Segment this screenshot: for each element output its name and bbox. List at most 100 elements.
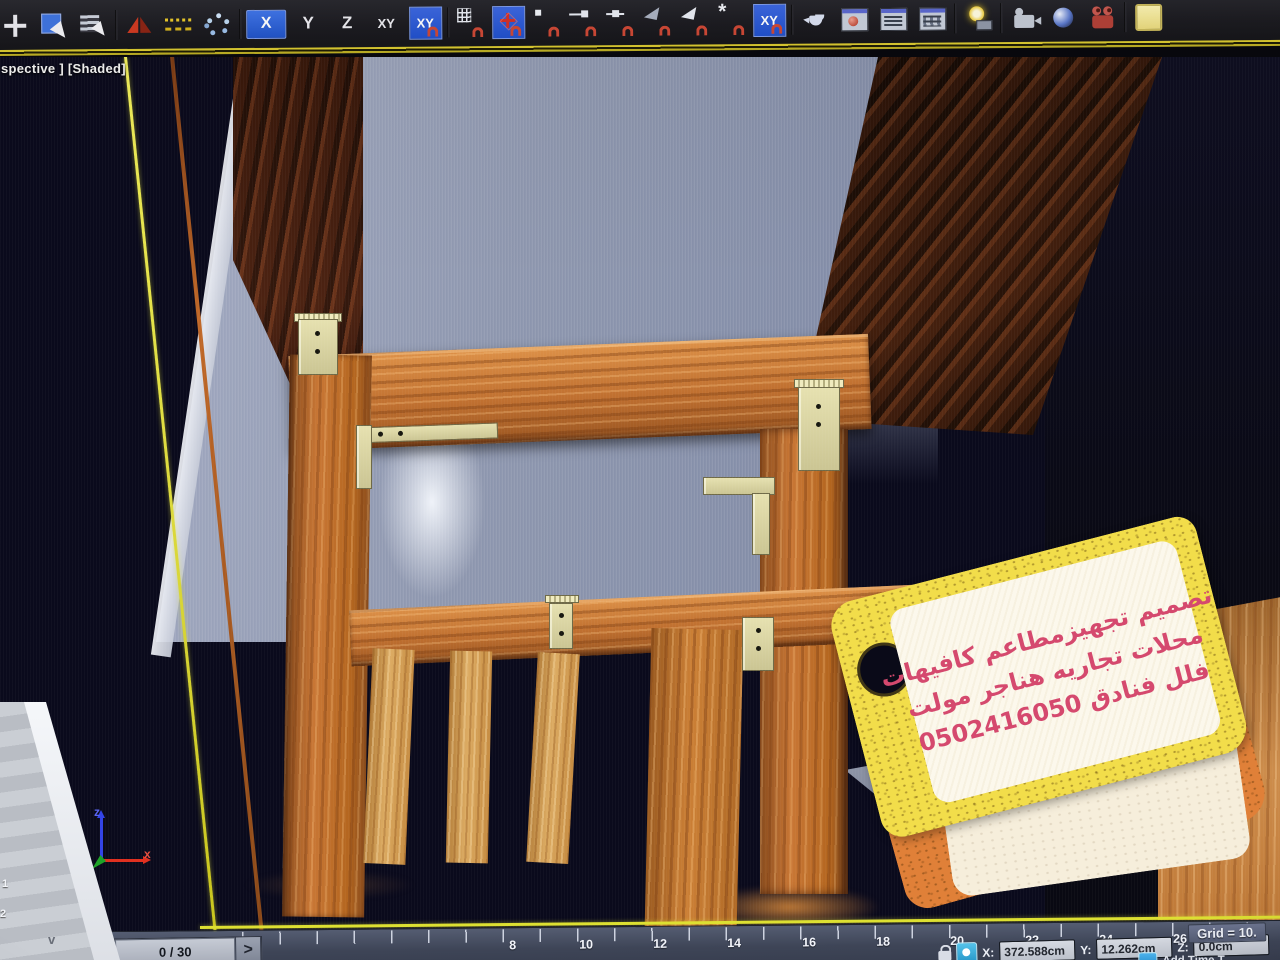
layer-stack-icon [80,13,106,37]
time-tag-icon[interactable] [1138,952,1157,960]
axis-xy-button[interactable]: XY [369,6,403,40]
camera-icon[interactable] [1007,1,1041,35]
teapot-icon [804,11,826,27]
wood-slat [526,652,580,864]
chevron-down-icon: v [48,932,55,947]
xy-plane-snap-button[interactable]: XY [408,5,442,39]
magnet-icon [585,26,596,36]
axis-z-label: z [94,805,100,819]
spinner-snap-icon[interactable]: * [715,3,747,37]
wood-slat [446,651,492,864]
watermark-tag: تصميم تجهيزمطاعم كافيهات محلات تجاريه هن… [838,542,1268,892]
percent-snap-icon[interactable] [678,3,710,37]
snap-star-icon [506,12,509,27]
bulb-icon [966,6,990,30]
move-tool-icon[interactable] [0,9,32,43]
y-coordinate-label: Y: [1080,942,1091,956]
metal-bracket [742,617,774,671]
magnet-icon [733,25,744,35]
edge-mark: 2 [0,908,6,920]
render-teapot-icon[interactable] [798,2,832,36]
axis-z-arrow [100,817,103,861]
mirror-triangles-icon [126,15,152,35]
vertex-snap-icon[interactable] [530,5,562,39]
material-editor-icon[interactable] [837,2,871,36]
cone-filled-icon [681,4,696,19]
red-camera-icon [1092,15,1113,28]
absolute-mode-icon[interactable] [956,942,978,960]
render-production-icon[interactable] [1085,0,1119,34]
snap-active-face [492,5,525,38]
render-setup-icon[interactable] [876,2,910,36]
wood-slat [363,648,414,865]
frame-label: 16 [802,935,816,949]
grid-size-display: Grid = 10. [1188,922,1266,943]
next-frame-button[interactable]: > [235,937,261,960]
move-cross-icon [4,15,26,37]
axis-x-label: x [144,847,151,861]
metal-bracket-leg [356,425,372,489]
render-preview-icon[interactable] [1046,0,1080,34]
dialog-icon [880,7,907,30]
magnet-icon [622,26,633,36]
magnet-icon [510,25,521,35]
toolbar-separator [954,3,956,33]
metal-bracket [549,603,573,649]
magnet-icon [771,23,782,33]
toolbar-separator [115,10,117,40]
axis-z-button[interactable]: Z [330,6,364,40]
xy-snap-face: XY [753,3,786,36]
axis-x-button[interactable]: X [246,9,286,38]
select-object-icon[interactable] [37,8,71,42]
mirror-icon[interactable] [122,8,156,42]
array-icon[interactable] [200,7,234,41]
toolbar-separator [239,9,241,39]
material-window-icon [841,8,868,31]
x-coordinate-field[interactable]: 372.588cm [999,939,1076,960]
viewport-label[interactable]: spective ] [Shaded] [1,61,126,76]
light-lister-icon[interactable] [961,1,995,35]
dot-ring-icon [207,18,212,23]
yellow-square-icon [1135,3,1162,30]
toolbar-separator [1124,2,1126,32]
magnet-icon [548,27,559,37]
sphere-icon [1053,8,1073,28]
metal-bracket [298,319,338,375]
grid-snap-icon[interactable] [454,5,486,39]
endpoint-snap-icon[interactable] [567,4,599,38]
frame-label: 14 [727,936,741,950]
magnet-icon [472,27,483,37]
frame-label: 8 [509,938,516,952]
rendered-frame-icon[interactable] [1131,0,1165,34]
axis-y-button[interactable]: Y [291,6,325,40]
cone-outline-icon [644,5,659,20]
magnet-icon [427,26,438,36]
snap-toggle-active-icon[interactable] [491,5,525,39]
frame-label: 18 [876,935,890,949]
spacing-tool-icon[interactable] [161,7,195,41]
wood-wide-board [645,628,744,932]
time-slider-handle[interactable]: 0 / 30 [115,937,235,960]
angle-snap-icon[interactable] [641,4,673,38]
magnet-icon [659,26,670,36]
tag-label-area: تصميم تجهيزمطاعم كافيهات محلات تجاريه هن… [887,538,1224,806]
xy-snap-button[interactable]: XY [752,3,786,37]
xy-plane-snap-face: XY [409,6,442,39]
cursor-icon [40,11,68,39]
selection-lock-icon[interactable] [938,951,951,960]
select-by-layer-icon[interactable] [76,8,110,42]
frame-label: 10 [579,937,593,951]
dialog-sliders-icon [919,7,946,30]
toolbar-separator [447,7,449,37]
axis-x-arrow [102,859,144,862]
main-toolbar: X Y Z XY XY * XY [0,0,1280,56]
grid-glyph-icon [457,8,471,22]
render-settings-icon[interactable] [915,1,949,35]
toolbar-separator [791,5,793,35]
midpoint-glyph-icon [606,13,624,15]
midpoint-snap-icon[interactable] [604,4,636,38]
spacing-dots-icon [165,18,191,30]
toolbar-separator [1000,3,1002,33]
toolbar-bottom-line [0,40,1280,56]
prompt-text: Add Time T [1162,954,1225,960]
